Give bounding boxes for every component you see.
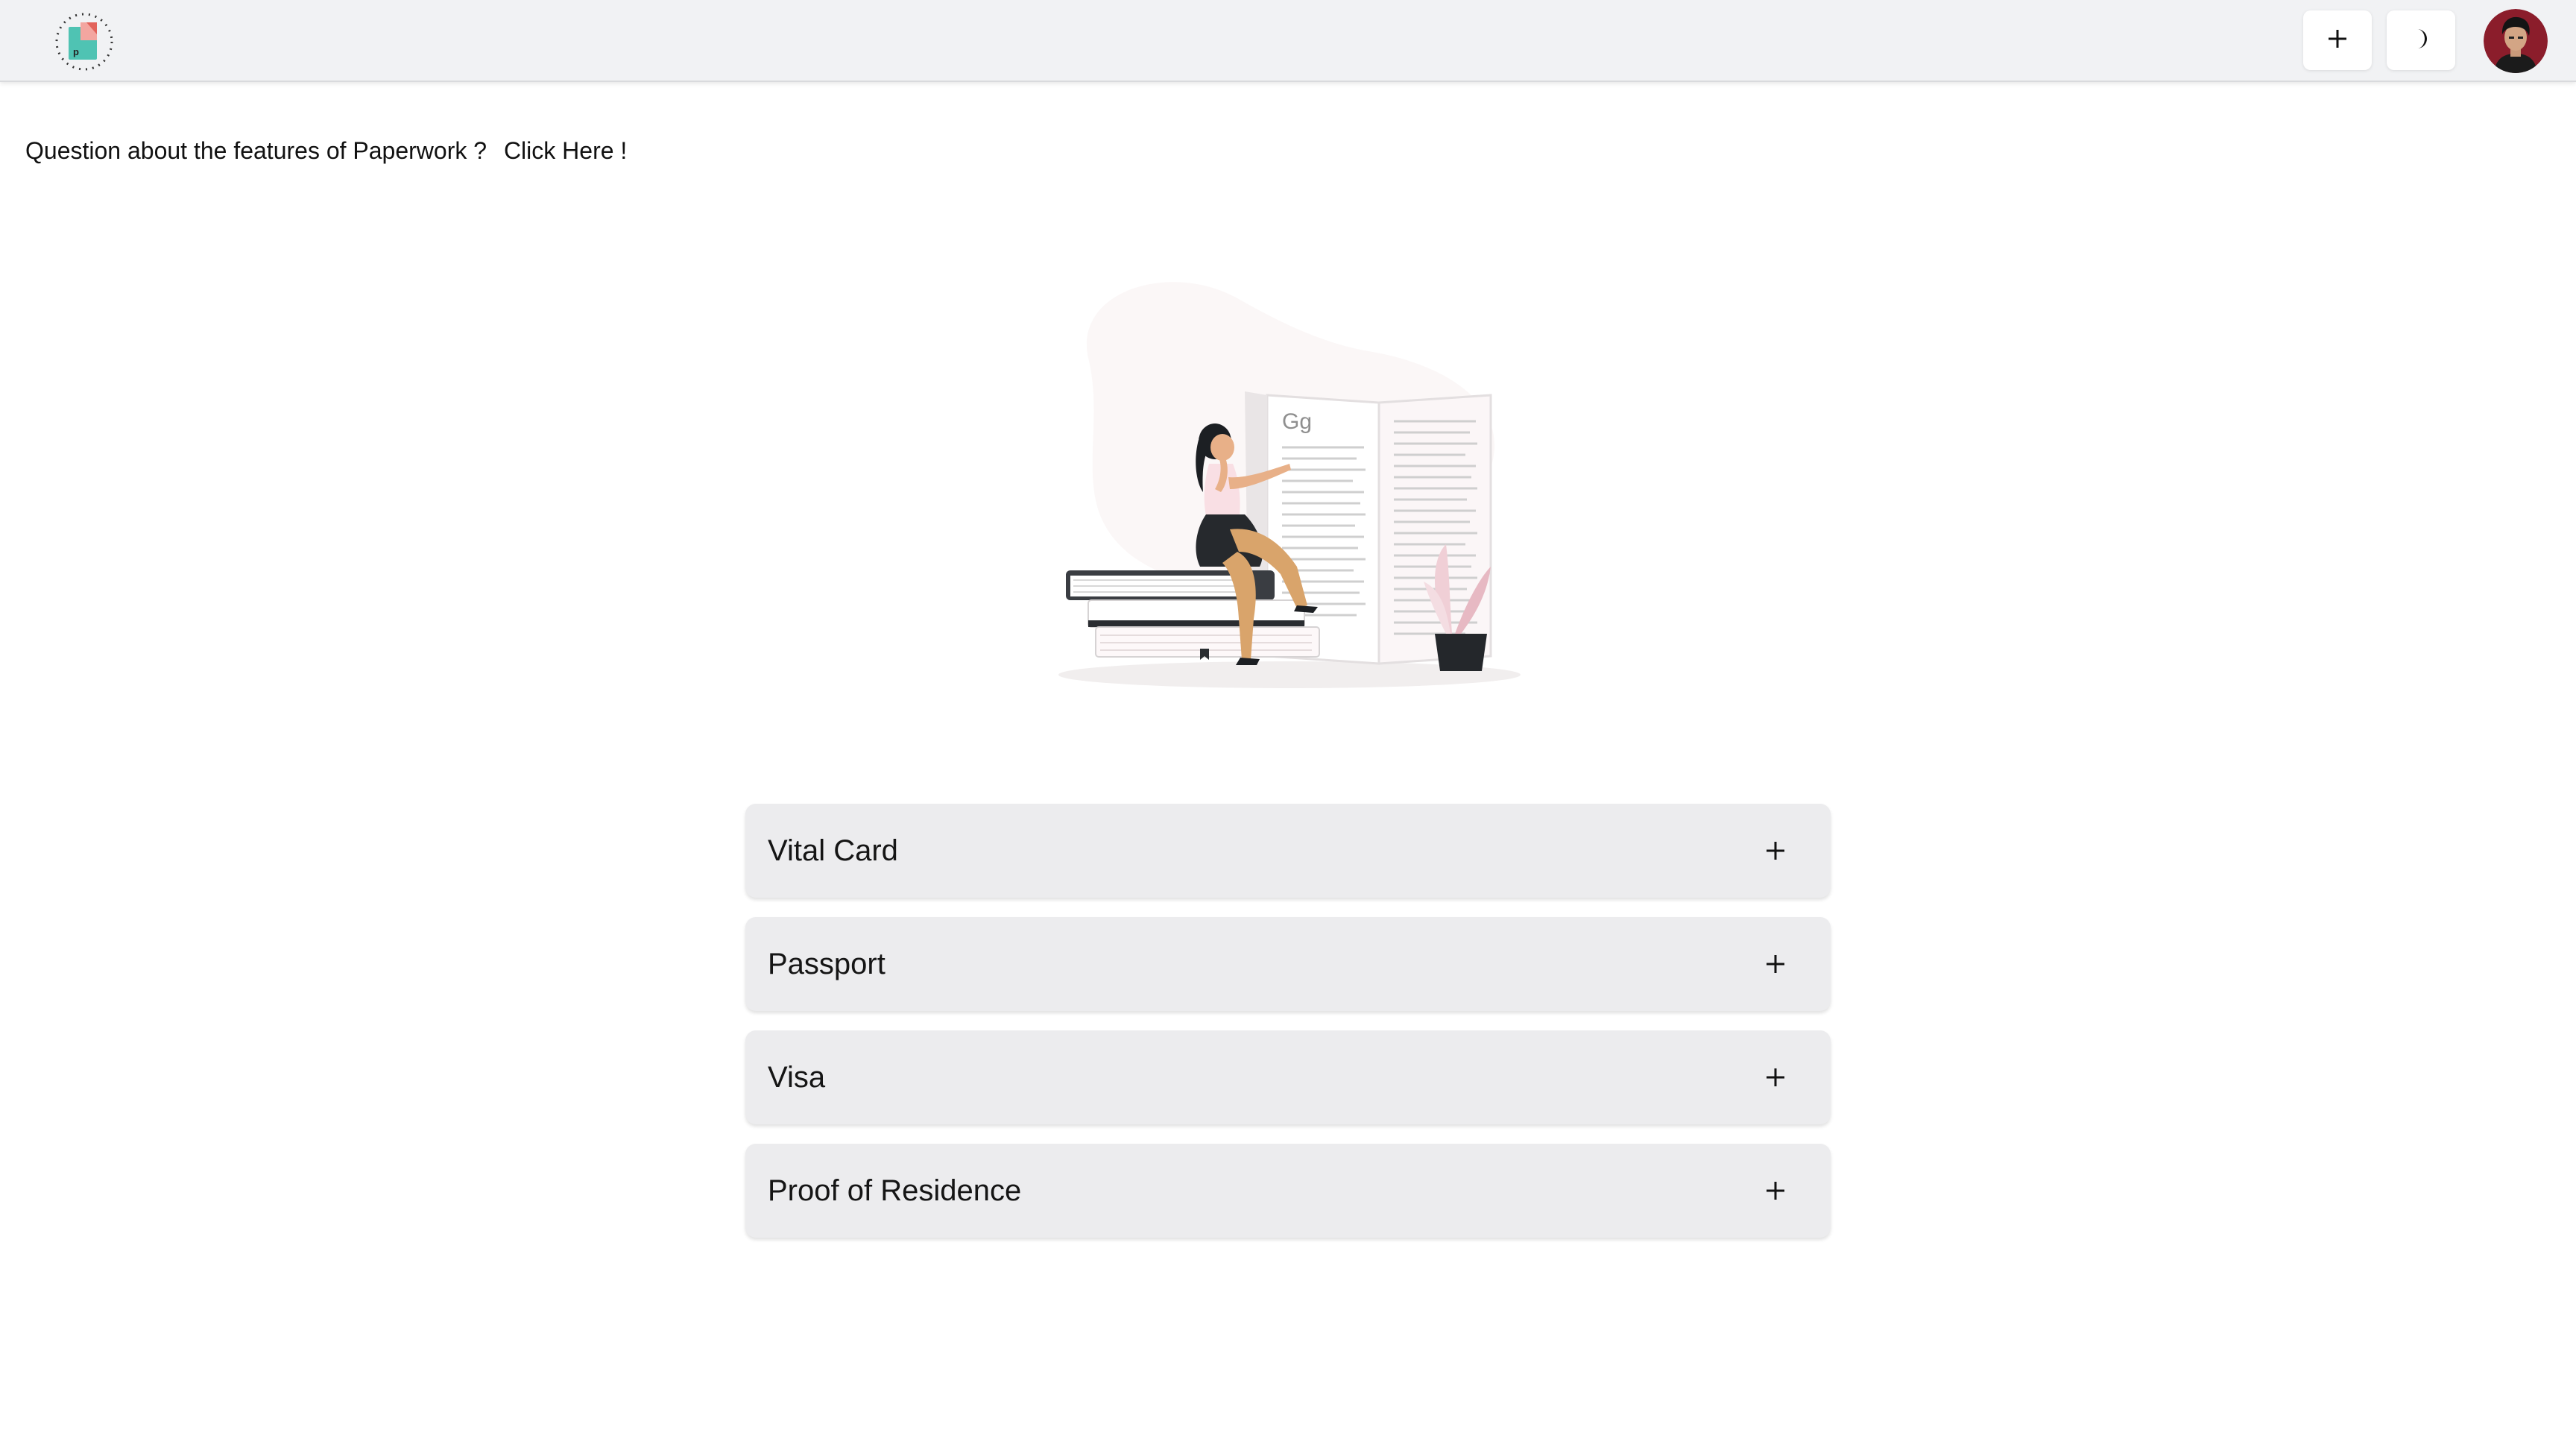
plus-icon[interactable] <box>1761 1176 1790 1206</box>
accordion-item-visa[interactable]: Visa <box>745 1030 1831 1124</box>
accordion-item-passport[interactable]: Passport <box>745 917 1831 1011</box>
moon-icon <box>2410 28 2432 54</box>
accordion-label: Proof of Residence <box>768 1174 1022 1207</box>
svg-text:p: p <box>73 46 79 57</box>
documents-accordion: Vital Card Passport Visa Proof of Reside… <box>745 804 1831 1257</box>
accordion-item-vital-card[interactable]: Vital Card <box>745 804 1831 898</box>
plus-icon[interactable] <box>1761 949 1790 979</box>
plus-icon[interactable] <box>1761 836 1790 866</box>
add-button[interactable] <box>2303 10 2372 70</box>
accordion-label: Passport <box>768 948 886 980</box>
accordion-item-proof-of-residence[interactable]: Proof of Residence <box>745 1144 1831 1238</box>
help-question: Question about the features of Paperwork… <box>25 137 487 164</box>
accordion-label: Vital Card <box>768 834 898 867</box>
accordion-label: Visa <box>768 1061 826 1094</box>
help-line: Question about the features of Paperwork… <box>25 134 627 167</box>
plus-icon[interactable] <box>1761 1062 1790 1092</box>
paperwork-logo-icon[interactable]: p <box>54 12 115 72</box>
theme-toggle-button[interactable] <box>2387 10 2455 70</box>
help-link[interactable]: Click Here ! <box>504 137 627 164</box>
top-navbar: p <box>0 0 2576 82</box>
plus-icon <box>2327 28 2348 53</box>
book-text: Gg <box>1282 409 1312 434</box>
user-avatar[interactable] <box>2484 9 2548 73</box>
woman-reading-books-illustration: Gg <box>1044 268 1535 701</box>
